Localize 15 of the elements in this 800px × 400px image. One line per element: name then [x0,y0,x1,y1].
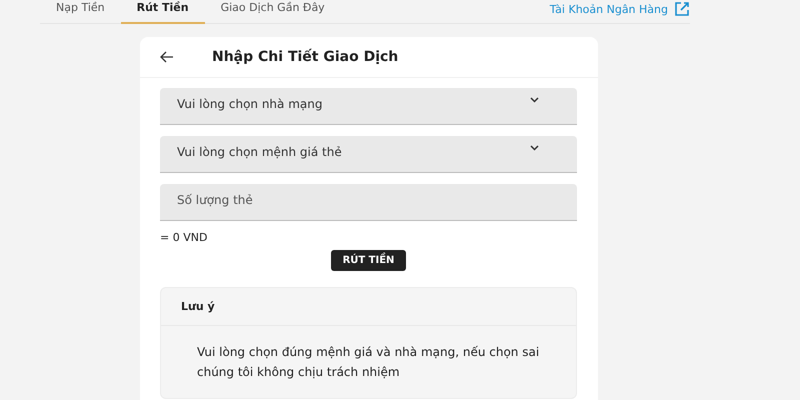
back-arrow-icon[interactable] [160,51,174,63]
select-field[interactable]: Vui lòng chọn nhà mạng [160,88,577,125]
external-link-icon [674,1,690,17]
tab[interactable]: Rút Tiền [120,0,205,24]
input-field[interactable]: Số lượng thẻ [160,184,577,221]
withdraw-button[interactable]: RÚT TIỀN [330,250,406,271]
chevron-down-icon [530,145,539,151]
note-title: Lưu ý [181,300,215,313]
note-text: Vui lòng chọn đúng mệnh giá và nhà mạng, nếu chọn sai chúng tôi không chịu trách nhiệm [197,345,540,379]
total-amount: = 0 VND [160,231,208,244]
select-field[interactable]: Vui lòng chọn mệnh giá thẻ [160,136,577,173]
tab[interactable]: Giao Dịch Gần Đây [204,0,341,24]
card-title: Nhập Chi Tiết Giao Dịch [212,49,398,65]
chevron-down-icon [530,97,539,103]
tab[interactable]: Nạp Tiền [40,0,121,24]
